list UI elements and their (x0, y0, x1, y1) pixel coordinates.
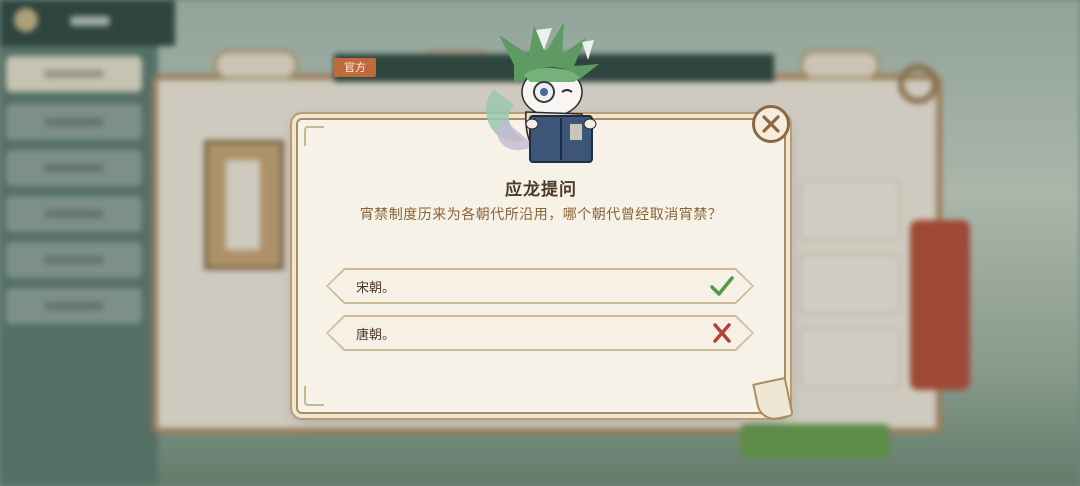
close-button[interactable] (752, 105, 790, 143)
answer-option-correct[interactable]: 宋朝。 (326, 268, 754, 304)
official-badge: 官方 (334, 58, 376, 77)
question-text: 宵禁制度历来为各朝代所沿用，哪个朝代曾经取消宵禁？ (359, 207, 723, 223)
yinglong-mascot-icon (485, 22, 599, 163)
corner-ornament (304, 126, 324, 146)
answer-option-label: 唐朝。 (356, 328, 396, 343)
answer-option-label: 宋朝。 (356, 281, 396, 296)
dialog-title: 应龙提问 (505, 180, 577, 200)
answer-option-wrong[interactable]: 唐朝。 (326, 315, 754, 351)
cross-icon (713, 323, 731, 343)
corner-ornament (304, 386, 324, 406)
check-icon (710, 276, 734, 296)
close-icon (762, 115, 780, 133)
